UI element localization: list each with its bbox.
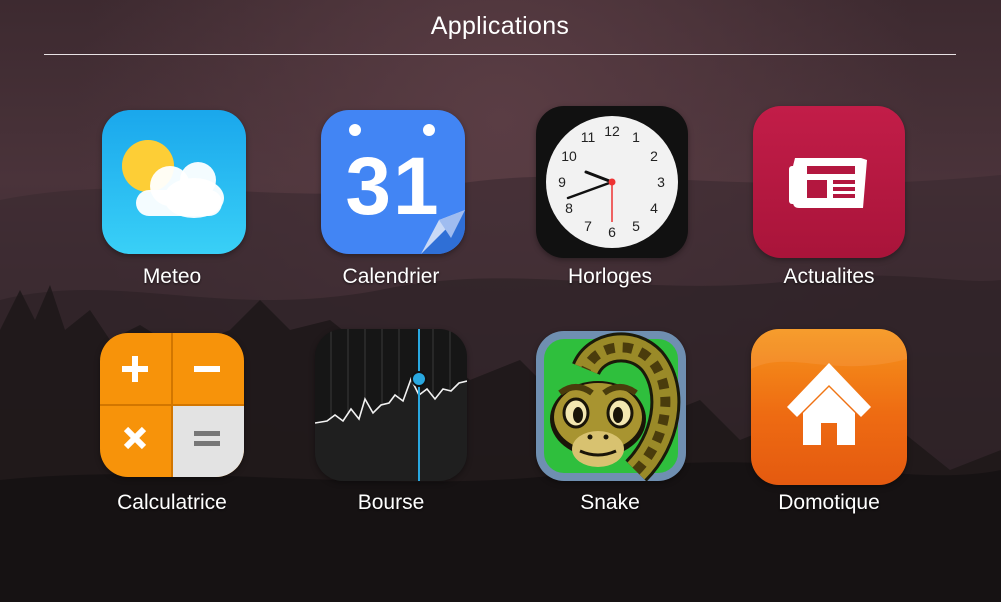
app-label: Actualites: [783, 265, 875, 288]
clock-number-2: 2: [650, 148, 658, 164]
app-bourse[interactable]: Bourse: [291, 325, 491, 525]
app-label: Snake: [580, 491, 640, 514]
calculator-icon: [100, 333, 244, 477]
clock-number-5: 5: [632, 218, 640, 234]
app-calendrier[interactable]: 31 Calendrier: [291, 100, 491, 300]
clock-number-11: 11: [581, 129, 596, 145]
app-label: Calendrier: [342, 265, 440, 288]
calendar-day: 31: [345, 141, 441, 232]
clock-number-9: 9: [558, 174, 566, 190]
app-label: Horloges: [567, 265, 653, 288]
app-label: Domotique: [778, 491, 880, 514]
calendar-icon: 31: [321, 110, 465, 254]
clock-icon: 12 1 2 3 4 5 6 7 8 9 10 11: [536, 106, 688, 258]
clock-number-1: 1: [632, 129, 640, 145]
app-label: Bourse: [357, 491, 425, 514]
stocks-icon: [315, 329, 467, 481]
app-horloges[interactable]: 12 1 2 3 4 5 6 7 8 9 10 11 Horloges: [510, 100, 710, 300]
app-label: Meteo: [142, 265, 202, 288]
app-domotique[interactable]: Domotique: [729, 325, 929, 525]
app-label: Calculatrice: [117, 491, 227, 514]
snake-icon: [536, 331, 686, 481]
clock-number-8: 8: [565, 200, 573, 216]
clock-number-6: 6: [608, 224, 616, 240]
app-actualites[interactable]: Actualites: [729, 100, 929, 300]
page-title: Applications: [430, 12, 570, 40]
news-icon: [753, 106, 905, 258]
home-icon: [751, 329, 907, 485]
app-snake[interactable]: Snake: [510, 325, 710, 525]
clock-number-3: 3: [657, 174, 665, 190]
app-meteo[interactable]: Meteo: [72, 100, 272, 300]
clock-number-4: 4: [650, 200, 658, 216]
clock-number-7: 7: [584, 218, 592, 234]
clock-number-10: 10: [561, 148, 577, 164]
app-calculatrice[interactable]: Calculatrice: [72, 325, 272, 525]
clock-number-12: 12: [604, 123, 620, 139]
weather-icon: [102, 110, 246, 254]
header: Applications: [44, 0, 956, 55]
